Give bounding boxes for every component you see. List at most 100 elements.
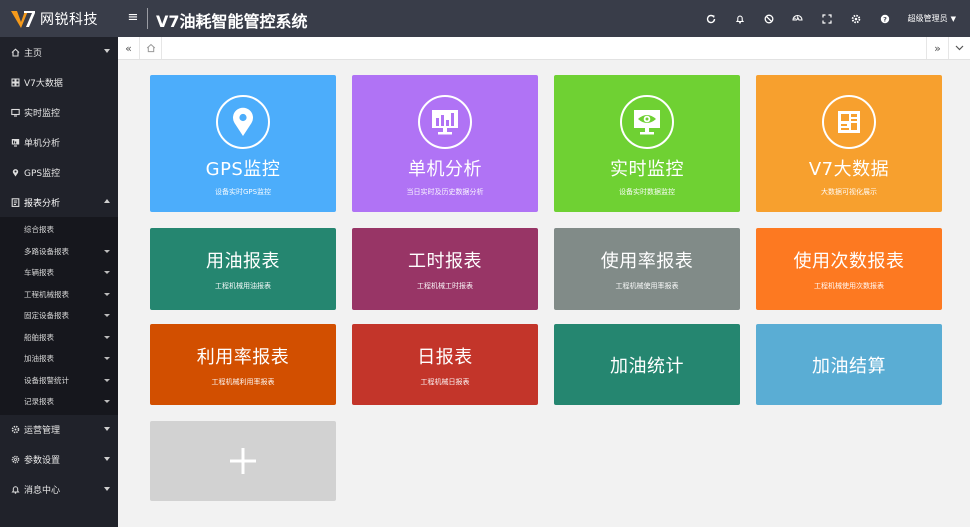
tile-realtime-monitor[interactable]: 实时监控 设备实时数据监控 [554, 75, 740, 212]
sidebar-item-unit-analysis[interactable]: 单机分析 [0, 127, 118, 157]
tile-usage-count-report[interactable]: 使用次数报表 工程机械使用次数报表 [756, 228, 942, 310]
tile-gps-monitor[interactable]: GPS监控 设备实时GPS监控 [150, 75, 336, 212]
submenu-item-fixed-device-report[interactable]: 固定设备报表 [0, 305, 118, 327]
settings-icon[interactable] [849, 12, 863, 26]
chevron-up-icon [104, 199, 110, 203]
sidebar-item-report-analysis[interactable]: 报表分析 [0, 187, 118, 217]
tile-title: 工时报表 [408, 251, 482, 272]
top-header: 网锐科技 ≡ V7油耗智能管控系统 ? 超级管理员 ▼ [0, 0, 970, 37]
tile-subtitle: 设备实时数据监控 [619, 188, 675, 196]
tile-fuel-report[interactable]: 用油报表 工程机械用油报表 [150, 228, 336, 310]
submenu-item-multi-device-report[interactable]: 多路设备报表 [0, 241, 118, 263]
sidebar-item-realtime-monitor[interactable]: 实时监控 [0, 97, 118, 127]
chart-icon [418, 95, 472, 149]
tile-work-hours-report[interactable]: 工时报表 工程机械工时报表 [352, 228, 538, 310]
tile-title: GPS监控 [205, 159, 281, 180]
sidebar-item-label: V7大数据 [24, 78, 63, 89]
submenu-item-label: 多路设备报表 [24, 246, 69, 256]
sidebar-item-gps-monitor[interactable]: GPS监控 [0, 157, 118, 187]
svg-text:?: ? [883, 15, 887, 23]
bigdata-icon [822, 95, 876, 149]
sidebar-item-message-center[interactable]: 消息中心 [0, 475, 118, 505]
add-tile-button[interactable] [150, 421, 336, 501]
location-icon [10, 167, 20, 177]
tab-scroll-left-button[interactable]: « [118, 37, 140, 59]
tile-subtitle: 工程机械利用率报表 [211, 377, 275, 386]
tile-title: 单机分析 [408, 159, 482, 180]
palette-icon[interactable] [791, 12, 805, 26]
sidebar-item-label: 实时监控 [24, 108, 61, 119]
tile-title: 用油报表 [206, 251, 280, 272]
tile-subtitle: 当日实时及历史数据分析 [406, 188, 484, 196]
chevron-down-icon [104, 271, 110, 274]
plus-icon [230, 448, 256, 474]
tile-refuel-statistics[interactable]: 加油统计 [554, 324, 740, 405]
user-name: 超级管理员 [907, 14, 948, 23]
tile-refuel-settlement[interactable]: 加油结算 [756, 324, 942, 405]
submenu-item-ship-report[interactable]: 船舶报表 [0, 327, 118, 349]
home-icon [146, 43, 155, 53]
chevron-down-icon: ▼ [950, 14, 956, 23]
bell-icon[interactable] [733, 12, 747, 26]
sidebar-item-parameter-settings[interactable]: 参数设置 [0, 445, 118, 475]
chevron-down-icon [104, 400, 110, 403]
chevron-down-icon [104, 292, 110, 296]
submenu-item-label: 车辆报表 [24, 268, 54, 278]
submenu-item-record-report[interactable]: 记录报表 [0, 391, 118, 413]
submenu-item-label: 综合报表 [24, 225, 54, 235]
logo[interactable]: 网锐科技 [0, 0, 118, 37]
submenu-item-label: 记录报表 [24, 397, 54, 407]
submenu-item-machinery-report[interactable]: 工程机械报表 [0, 284, 118, 306]
report-icon [10, 197, 20, 207]
menu-toggle-icon[interactable]: ≡ [126, 10, 140, 25]
chevron-down-icon [104, 335, 110, 339]
sidebar: 主页 V7大数据 实时监控 单机分析 GPS监控 报表分析 综合报表 多路设备报… [0, 37, 118, 527]
tile-subtitle: 工程机械使用次数报表 [814, 282, 884, 290]
chevron-down-icon [104, 314, 110, 317]
submenu-item-refuel-report[interactable]: 加油报表 [0, 348, 118, 370]
tile-title: 加油结算 [812, 355, 886, 377]
chevron-down-icon [104, 426, 110, 431]
sidebar-item-label: 运营管理 [24, 426, 61, 436]
chevron-down-icon [104, 357, 110, 360]
tab-bar: « » [118, 37, 970, 60]
sidebar-item-home[interactable]: 主页 [0, 37, 118, 67]
fullscreen-icon[interactable] [820, 12, 834, 26]
header-toolbar: ? 超级管理员 ▼ [689, 0, 956, 37]
app-title: V7油耗智能管控系统 [156, 12, 308, 31]
tile-usage-rate-report[interactable]: 使用率报表 工程机械使用率报表 [554, 228, 740, 310]
home-icon [10, 47, 20, 57]
tab-home[interactable] [140, 37, 162, 59]
chevron-down-icon [104, 378, 110, 382]
tile-v7-bigdata[interactable]: V7大数据 大数据可视化展示 [756, 75, 942, 212]
tab-scroll-right-button[interactable]: » [926, 37, 948, 59]
logo-mark-icon [10, 9, 36, 29]
tile-title: 使用率报表 [600, 251, 694, 272]
settings-icon [10, 455, 20, 465]
help-icon[interactable]: ? [878, 12, 892, 26]
tile-title: 日报表 [417, 346, 473, 368]
tile-daily-report[interactable]: 日报表 工程机械日报表 [352, 324, 538, 405]
sidebar-item-v7-bigdata[interactable]: V7大数据 [0, 67, 118, 97]
eye-monitor-icon [620, 95, 674, 149]
submenu-item-comprehensive-report[interactable]: 综合报表 [0, 219, 118, 241]
tile-subtitle: 工程机械使用率报表 [615, 282, 679, 290]
submenu-item-label: 船舶报表 [24, 332, 54, 342]
tile-subtitle: 大数据可视化展示 [821, 188, 877, 196]
user-menu[interactable]: 超级管理员 ▼ [908, 13, 956, 24]
submenu-item-label: 加油报表 [24, 354, 54, 364]
tile-title: V7大数据 [808, 159, 890, 180]
block-icon[interactable] [762, 12, 776, 26]
submenu-item-vehicle-report[interactable]: 车辆报表 [0, 262, 118, 284]
sidebar-item-operations[interactable]: 运营管理 [0, 415, 118, 445]
sidebar-item-label: GPS监控 [24, 168, 61, 179]
sidebar-item-label: 消息中心 [24, 486, 61, 496]
submenu-item-alarm-statistics[interactable]: 设备报警统计 [0, 370, 118, 392]
grid-icon [10, 77, 20, 87]
tab-options-button[interactable] [948, 37, 970, 59]
tile-title: 加油统计 [610, 355, 684, 377]
refresh-icon[interactable] [704, 12, 718, 26]
tile-unit-analysis[interactable]: 单机分析 当日实时及历史数据分析 [352, 75, 538, 212]
tile-utilization-report[interactable]: 利用率报表 工程机械利用率报表 [150, 324, 336, 405]
gear-icon [10, 425, 20, 435]
